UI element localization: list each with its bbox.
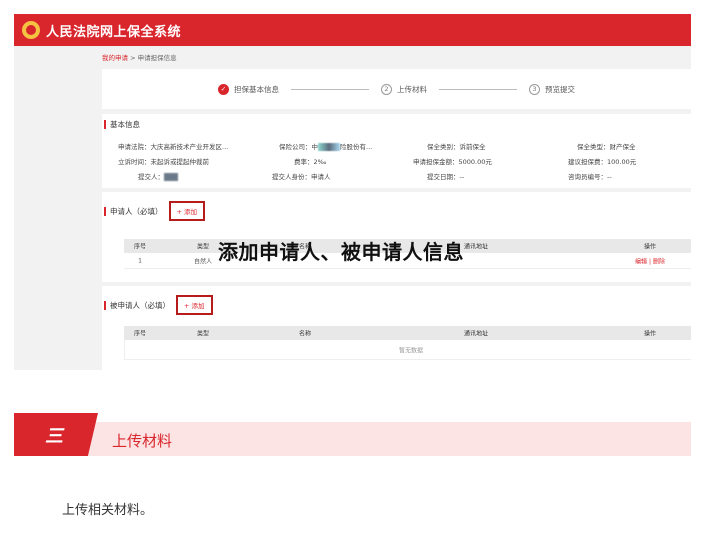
fee-label: 建议担保费： <box>568 158 607 166</box>
section-tag: 三 <box>14 413 98 456</box>
breadcrumb-separator: > <box>128 54 138 62</box>
date-value: -- <box>459 173 465 181</box>
app-title: 人民法院网上保全系统 <box>46 24 182 40</box>
identity-field: 提交人身份：申请人 <box>272 171 331 181</box>
respondent-table: 序号 类型 名称 通讯地址 操作 暂无数据 <box>124 326 691 360</box>
redacted-mark <box>164 173 178 181</box>
submitter-label: 提交人： <box>138 173 164 181</box>
step-indicator: ✓ 担保基本信息 2 上传材料 3 预览提交 <box>102 69 691 109</box>
breadcrumb-current: 申请担保信息 <box>137 54 177 62</box>
column-header: 名称 <box>298 330 312 338</box>
column-header: 操作 <box>643 330 657 338</box>
section-description: 上传相关材料。 <box>62 503 154 518</box>
time-label: 立诉时间： <box>118 158 151 166</box>
court-field: 申请法院：大庆高新技术产业开发区... <box>118 141 228 151</box>
consult-label: 咨询员编号： <box>568 173 607 181</box>
section-title: 上传材料 <box>112 432 173 450</box>
column-header: 类型 <box>196 243 210 251</box>
category-label: 保全类别： <box>427 143 460 151</box>
column-header: 序号 <box>133 243 147 251</box>
step-1: ✓ 担保基本信息 <box>218 83 279 95</box>
column-header: 序号 <box>133 330 147 338</box>
amount-label: 申请担保金额： <box>413 158 459 166</box>
row-type: 自然人 <box>193 258 213 265</box>
type-value: 财产保全 <box>609 143 636 151</box>
column-header: 类型 <box>196 330 210 338</box>
filing-time-field: 立诉时间：未起诉或提起仲裁前 <box>118 156 209 166</box>
step-2-label: 上传材料 <box>397 84 427 94</box>
amount-value: 5000.00元 <box>458 158 492 166</box>
edit-link[interactable]: 编辑 <box>635 258 647 265</box>
step-2-number: 2 <box>381 83 392 95</box>
breadcrumb: 我的申请 > 申请担保信息 <box>102 52 177 62</box>
consultant-field: 咨询员编号：-- <box>568 171 612 181</box>
consult-value: -- <box>607 173 612 181</box>
add-applicant-button[interactable]: + 添加 <box>168 201 206 221</box>
insurer-suffix: 险股份有... <box>340 143 373 151</box>
empty-text: 暂无数据 <box>398 347 424 354</box>
screenshot-frame: 人民法院网上保全系统 我的申请 > 申请担保信息 ✓ 担保基本信息 2 上传材料… <box>14 14 691 370</box>
time-value: 未起诉或提起仲裁前 <box>150 158 210 166</box>
check-icon: ✓ <box>218 83 229 95</box>
insurer-field: 保险公司：中 险股份有... <box>279 141 372 151</box>
section-number-icon: 三 <box>45 425 63 447</box>
column-header: 通讯地址 <box>463 243 489 251</box>
category-value: 诉前保全 <box>459 143 486 151</box>
applicant-title: 申请人（必填） <box>104 206 163 216</box>
identity-value: 申请人 <box>311 173 331 181</box>
step-3-number: 3 <box>529 83 540 95</box>
rate-value: 2‰ <box>313 158 327 166</box>
submitter-field: 提交人： <box>138 171 178 181</box>
row-actions: 编辑 | 删除 <box>635 256 665 265</box>
delete-link[interactable]: 删除 <box>653 258 665 265</box>
column-header: 操作 <box>643 243 657 251</box>
row-number: 1 <box>138 257 142 264</box>
app-header: 人民法院网上保全系统 <box>14 14 691 46</box>
type-label: 保全类型： <box>577 143 610 151</box>
column-header: 通讯地址 <box>463 330 489 338</box>
add-respondent-button[interactable]: + 添加 <box>176 295 213 315</box>
applicant-header: 申请人（必填） + 添加 <box>104 201 206 221</box>
amount-field: 申请担保金额：5000.00元 <box>413 156 492 166</box>
identity-label: 提交人身份： <box>272 173 311 181</box>
court-value: 大庆高新技术产业开发区... <box>150 143 229 151</box>
date-label: 提交日期： <box>427 173 460 181</box>
fee-value: 100.00元 <box>607 158 637 166</box>
step-3-label: 预览提交 <box>545 84 575 94</box>
date-field: 提交日期：-- <box>427 171 464 181</box>
respondent-title: 被申请人（必填） <box>104 300 170 310</box>
action-separator: | <box>648 258 652 265</box>
fee-field: 建议担保费：100.00元 <box>568 156 636 166</box>
step-3: 3 预览提交 <box>529 83 575 95</box>
rate-field: 费率：2‰ <box>294 156 326 166</box>
section-heading: 三 上传材料 <box>14 413 691 457</box>
step-divider <box>291 88 369 90</box>
court-emblem-icon <box>22 21 40 39</box>
respondent-panel: 被申请人（必填） + 添加 序号 类型 名称 通讯地址 操作 暂无数据 <box>102 286 691 370</box>
step-2: 2 上传材料 <box>381 83 427 95</box>
court-label: 申请法院： <box>118 143 151 151</box>
respondent-header: 被申请人（必填） + 添加 <box>104 295 213 315</box>
basic-info-panel: 基本信息 申请法院：大庆高新技术产业开发区... 保险公司：中 险股份有... 保… <box>102 114 691 188</box>
step-1-label: 担保基本信息 <box>234 84 279 94</box>
empty-state: 暂无数据 <box>124 340 691 360</box>
breadcrumb-link-my-applications[interactable]: 我的申请 <box>102 54 128 62</box>
basic-info-title: 基本信息 <box>104 120 691 129</box>
preservation-type-field: 保全类型：财产保全 <box>577 141 636 151</box>
insurer-label: 保险公司： <box>279 143 312 151</box>
step-divider <box>439 88 517 90</box>
preservation-category-field: 保全类别：诉前保全 <box>427 141 486 151</box>
overlay-caption: 添加申请人、被申请人信息 <box>218 240 464 264</box>
redacted-mark <box>318 143 340 151</box>
table-header: 序号 类型 名称 通讯地址 操作 <box>124 326 691 340</box>
rate-label: 费率： <box>294 158 314 166</box>
